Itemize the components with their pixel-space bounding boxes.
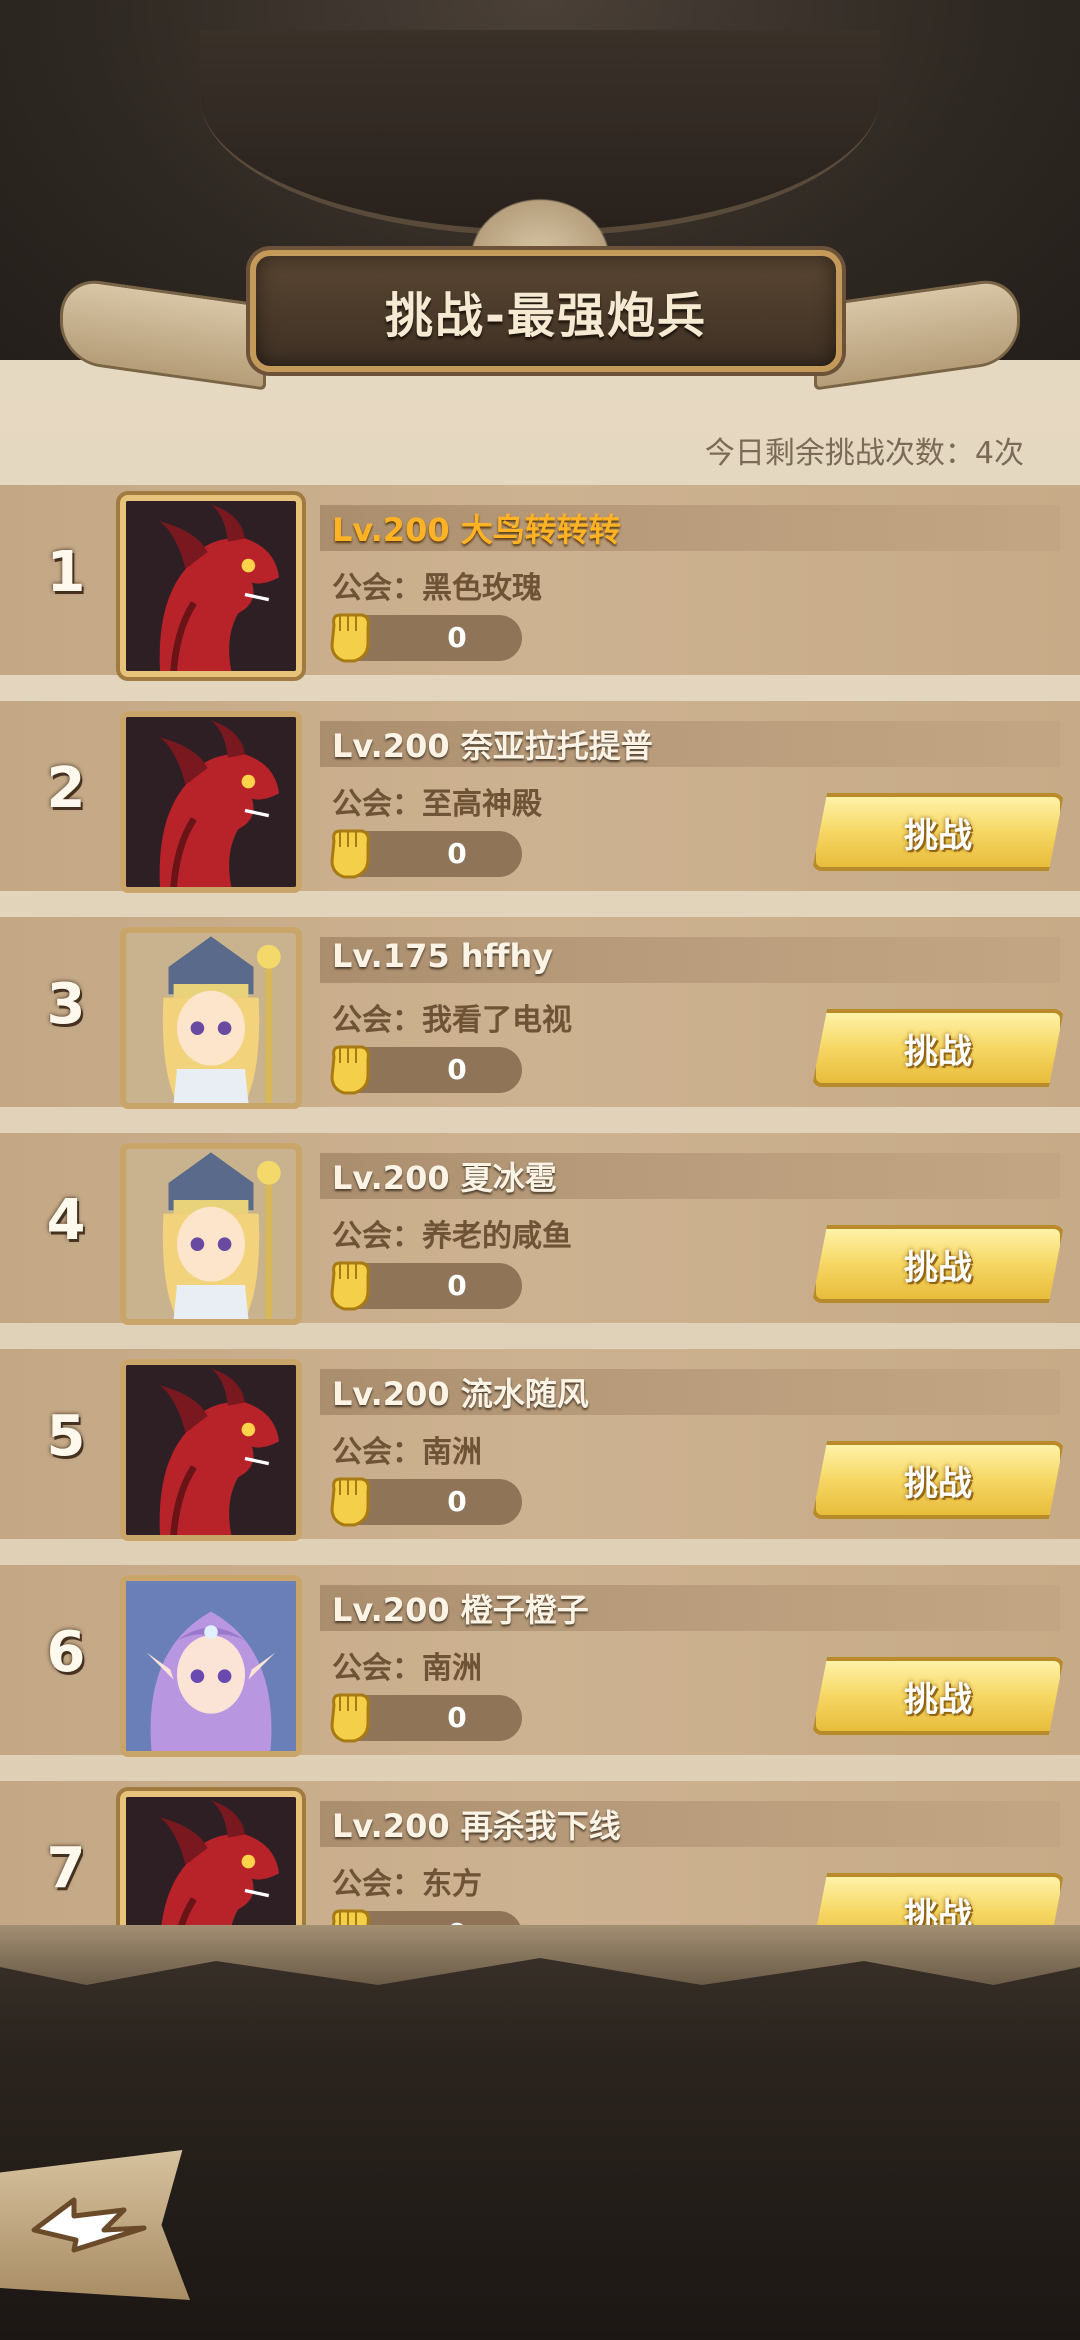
player-avatar[interactable] bbox=[120, 711, 302, 893]
challenge-button[interactable]: 挑战 bbox=[812, 1225, 1064, 1303]
power-number: 0 bbox=[447, 837, 467, 870]
guild-name: 公会：南洲 bbox=[332, 1651, 482, 1686]
power-number: 0 bbox=[447, 1053, 467, 1086]
challenge-button[interactable]: 挑战 bbox=[812, 1009, 1064, 1087]
power-number: 0 bbox=[447, 1269, 467, 1302]
priestess-portrait-icon bbox=[126, 1149, 296, 1319]
ranking-row: 3 Lv.175 hffhy 公会：我看了电视 0 挑战 bbox=[0, 917, 1080, 1109]
challenge-label: 挑战 bbox=[904, 1247, 972, 1288]
rank-number: 6 bbox=[46, 1620, 86, 1685]
elf-mage-portrait-icon bbox=[126, 1581, 296, 1751]
power-number: 0 bbox=[447, 1485, 467, 1518]
power-value: 0 bbox=[330, 1045, 522, 1095]
fist-icon bbox=[324, 1037, 376, 1099]
fist-icon bbox=[324, 1469, 376, 1531]
guild-name: 公会：东方 bbox=[332, 1867, 482, 1902]
red-dragon-portrait-icon bbox=[126, 1365, 296, 1535]
fist-icon bbox=[324, 1253, 376, 1315]
guild-name: 公会：至高神殿 bbox=[332, 787, 542, 822]
fist-icon bbox=[324, 821, 376, 883]
ranking-list[interactable]: 1 Lv.200 大鸟转转转 公会：黑色玫瑰 0 2 Lv.200 奈亚拉托提普 公会：至高… bbox=[0, 485, 1080, 1925]
player-avatar[interactable] bbox=[120, 1575, 302, 1757]
fist-icon bbox=[324, 1901, 376, 1925]
guild-name: 公会：我看了电视 bbox=[332, 1003, 572, 1038]
player-name: Lv.200 再杀我下线 bbox=[332, 1807, 621, 1845]
power-value: 0 bbox=[330, 1693, 522, 1743]
challenge-button[interactable]: 挑战 bbox=[812, 793, 1064, 871]
player-name: Lv.200 大鸟转转转 bbox=[332, 511, 621, 549]
challenge-label: 挑战 bbox=[904, 815, 972, 856]
power-value: 0 bbox=[332, 1909, 522, 1925]
player-name: Lv.200 流水随风 bbox=[332, 1375, 589, 1413]
player-avatar[interactable] bbox=[120, 495, 302, 677]
guild-name: 公会：黑色玫瑰 bbox=[332, 571, 542, 606]
fist-icon bbox=[324, 1685, 376, 1747]
priestess-portrait-icon bbox=[126, 933, 296, 1103]
title-banner: 挑战-最强炮兵 bbox=[60, 190, 1020, 420]
red-dragon-portrait-icon bbox=[126, 501, 296, 671]
player-avatar[interactable] bbox=[120, 1143, 302, 1325]
player-name: Lv.200 夏冰雹 bbox=[332, 1159, 557, 1197]
rank-number: 7 bbox=[46, 1836, 86, 1901]
challenge-button[interactable]: 挑战 bbox=[812, 1441, 1064, 1519]
ranking-row: 7 Lv.200 再杀我下线公会：东方 0 挑战 bbox=[0, 1781, 1080, 1925]
power-number: 0 bbox=[392, 1917, 522, 1925]
challenge-label: 挑战 bbox=[904, 1895, 972, 1926]
power-value: 0 bbox=[330, 1477, 522, 1527]
back-arrow-icon bbox=[31, 2197, 147, 2253]
red-dragon-portrait-icon bbox=[126, 717, 296, 887]
ranking-row: 5 Lv.200 流水随风 公会：南洲 0 挑战 bbox=[0, 1349, 1080, 1541]
power-value: 0 bbox=[330, 613, 522, 663]
rank-number: 5 bbox=[46, 1404, 86, 1469]
fist-icon bbox=[324, 605, 376, 667]
ranking-row: 2 Lv.200 奈亚拉托提普 公会：至高神殿 0 挑战 bbox=[0, 701, 1080, 893]
challenge-button[interactable]: 挑战 bbox=[812, 1873, 1064, 1925]
rank-number: 4 bbox=[46, 1188, 86, 1253]
player-name: Lv.200 橙子橙子 bbox=[332, 1591, 589, 1629]
power-number: 0 bbox=[447, 1701, 467, 1734]
guild-name: 公会：南洲 bbox=[332, 1435, 482, 1470]
power-number: 0 bbox=[447, 621, 467, 654]
challenge-label: 挑战 bbox=[904, 1031, 972, 1072]
back-button[interactable] bbox=[0, 2150, 190, 2300]
power-value: 0 bbox=[330, 829, 522, 879]
title-plate: 挑战-最强炮兵 bbox=[250, 250, 842, 372]
player-avatar[interactable] bbox=[120, 1359, 302, 1541]
rank-number: 2 bbox=[46, 756, 86, 821]
challenge-label: 挑战 bbox=[904, 1463, 972, 1504]
player-avatar[interactable] bbox=[120, 927, 302, 1109]
page-title: 挑战-最强炮兵 bbox=[385, 288, 707, 344]
ranking-row: 6 Lv.200 橙子橙子 公会：南洲 0 挑战 bbox=[0, 1565, 1080, 1757]
ranking-row: 1 Lv.200 大鸟转转转 公会：黑色玫瑰 0 bbox=[0, 485, 1080, 677]
player-avatar[interactable] bbox=[120, 1791, 302, 1925]
challenge-button[interactable]: 挑战 bbox=[812, 1657, 1064, 1735]
power-value: 0 bbox=[330, 1261, 522, 1311]
remaining-attempts: 今日剩余挑战次数：4次 bbox=[704, 436, 1024, 471]
guild-name: 公会：养老的咸鱼 bbox=[332, 1219, 572, 1254]
red-dragon-portrait-icon bbox=[126, 1797, 296, 1925]
player-name: Lv.200 奈亚拉托提普 bbox=[332, 727, 653, 765]
rank-number: 3 bbox=[46, 972, 86, 1037]
player-name: Lv.175 hffhy bbox=[332, 937, 554, 975]
challenge-label: 挑战 bbox=[904, 1679, 972, 1720]
rank-number: 1 bbox=[46, 540, 86, 605]
ranking-row: 4 Lv.200 夏冰雹 公会：养老的咸鱼 0 挑战 bbox=[0, 1133, 1080, 1325]
